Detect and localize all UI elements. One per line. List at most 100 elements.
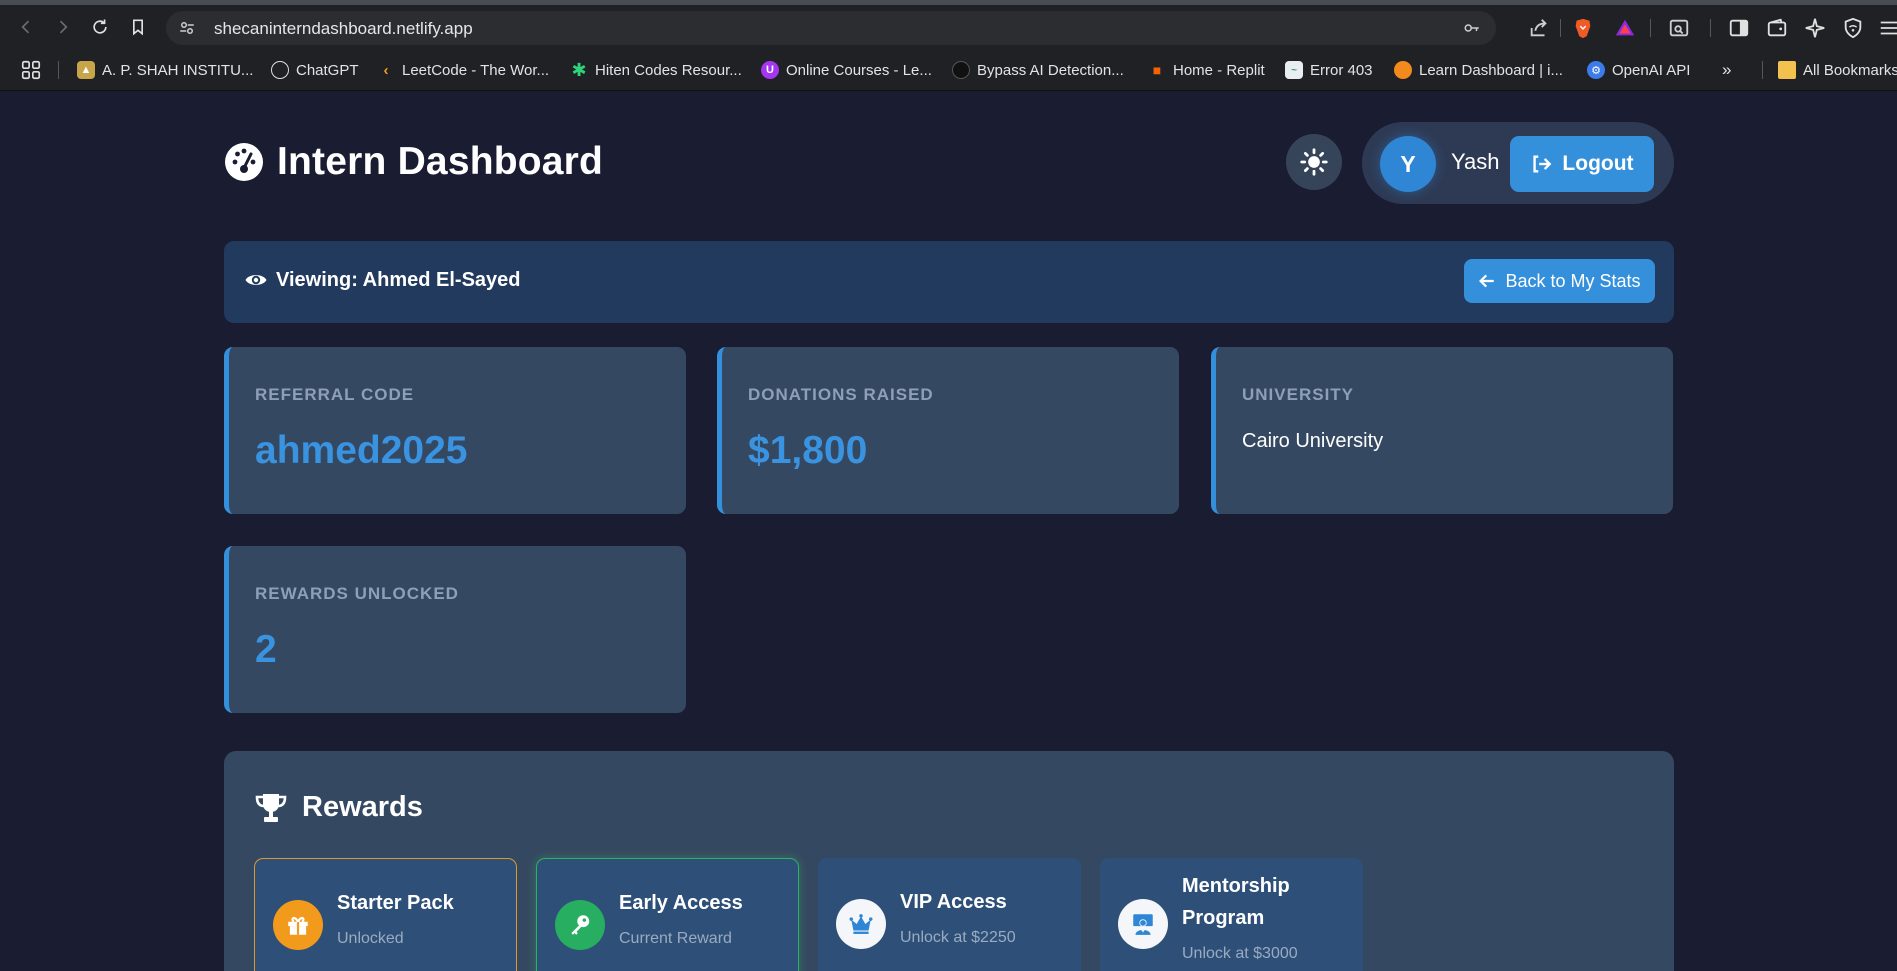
reward-card-early-access[interactable]: Early Access Current Reward (536, 858, 799, 971)
bookmark-item[interactable]: ■ Home - Replit (1148, 60, 1265, 80)
browser-toolbar: shecaninterndashboard.netlify.app (0, 5, 1897, 49)
toolbar-divider (1650, 19, 1651, 37)
rewards-section: Rewards Starter Pack Unlocked Early Acce… (224, 751, 1674, 971)
bookmark-label: Online Courses - Le... (786, 61, 932, 79)
institute-logo-icon: ▲ (77, 61, 95, 79)
leo-ai-button[interactable] (1804, 17, 1826, 39)
share-button[interactable] (1528, 17, 1550, 39)
folder-icon (1778, 61, 1796, 79)
viewing-label: Viewing: Ahmed El-Sayed (244, 268, 521, 292)
reward-card-starter-pack[interactable]: Starter Pack Unlocked (254, 858, 517, 971)
bookmark-label: Bypass AI Detection... (977, 61, 1124, 79)
stat-card-rewards-unlocked: REWARDS UNLOCKED 2 (224, 546, 686, 713)
search-window-icon (1669, 19, 1689, 37)
mentor-icon (1118, 899, 1168, 949)
bookmarks-bar: ▲ A. P. SHAH INSTITU... ChatGPT ‹ LeetCode… (0, 49, 1897, 91)
reward-name: VIP Access (900, 891, 1007, 913)
share-icon (1530, 19, 1547, 37)
bookmark-label: A. P. SHAH INSTITU... (102, 61, 254, 79)
user-menu: Y Yash Logout (1362, 122, 1674, 204)
reward-card-vip-access[interactable]: VIP Access Unlock at $2250 (818, 858, 1081, 971)
reward-card-mentorship-program[interactable]: Mentorship Program Unlock at $3000 (1100, 858, 1363, 971)
reward-name-line: Mentorship (1182, 875, 1290, 897)
bookmark-item[interactable]: ▲ A. P. SHAH INSTITU... (77, 60, 253, 80)
bookmarks-divider (58, 61, 59, 79)
address-bar[interactable]: shecaninterndashboard.netlify.app (166, 11, 1496, 45)
brave-rewards-button[interactable] (1614, 17, 1636, 39)
password-key-icon[interactable] (1462, 19, 1482, 37)
reward-name-line: Program (1182, 907, 1265, 929)
bookmark-item[interactable]: Learn Dashboard | i... (1394, 60, 1563, 80)
forward-nav-button[interactable] (49, 13, 77, 41)
bookmark-page-button[interactable] (124, 13, 152, 41)
reload-button[interactable] (86, 13, 114, 41)
bookmark-label: Home - Replit (1173, 61, 1265, 79)
vpn-button[interactable] (1842, 17, 1864, 39)
shield-wifi-icon (1844, 17, 1862, 39)
university-value: Cairo University (1242, 430, 1384, 452)
rewards-unlocked-value: 2 (255, 628, 277, 671)
wallet-button[interactable] (1766, 17, 1788, 39)
sign-out-icon (1533, 155, 1552, 173)
udemy-icon: U (761, 61, 779, 79)
apps-grid-icon (21, 60, 41, 80)
stat-card-university: UNIVERSITY Cairo University (1211, 347, 1673, 514)
back-label: Back to My Stats (1505, 270, 1641, 291)
logout-label: Logout (1562, 152, 1634, 175)
eye-icon (245, 275, 267, 285)
more-bookmarks-button[interactable]: » (1722, 60, 1731, 80)
user-name: Yash (1451, 149, 1500, 174)
trophy-icon (255, 793, 287, 822)
all-bookmarks-button[interactable]: All Bookmarks (1778, 60, 1897, 80)
bookmark-item[interactable]: ChatGPT (271, 60, 359, 80)
reward-name: Mentorship Program (1182, 870, 1290, 934)
referral-code-value: ahmed2025 (255, 429, 468, 472)
rewards-heading: Rewards (254, 791, 423, 824)
bookmark-item[interactable]: Bypass AI Detection... (952, 60, 1124, 80)
stat-label: REWARDS UNLOCKED (255, 584, 459, 603)
toolbar-divider (1710, 19, 1711, 37)
bookmark-item[interactable]: ‹ LeetCode - The Wor... (377, 60, 550, 80)
arrow-left-icon (21, 20, 30, 34)
page-title: Intern Dashboard (277, 140, 604, 183)
viewing-banner: Viewing: Ahmed El-Sayed Back to My Stats (224, 241, 1674, 323)
back-to-my-stats-button[interactable]: Back to My Stats (1464, 259, 1655, 303)
avatar[interactable]: Y (1380, 136, 1436, 192)
bookmark-label: Error 403 (1310, 61, 1373, 79)
reward-status: Unlock at $3000 (1182, 945, 1298, 962)
app-header-title: Intern Dashboard (224, 140, 603, 184)
sparkle-icon (1805, 18, 1825, 38)
apps-grid-button[interactable] (20, 60, 42, 80)
rewards-triangle-icon (1615, 19, 1635, 36)
brave-shields-button[interactable] (1572, 17, 1594, 39)
all-bookmarks-label: All Bookmarks (1803, 61, 1897, 79)
site-settings-icon[interactable] (178, 19, 196, 37)
sidebar-toggle-button[interactable] (1728, 17, 1750, 39)
arrow-left-icon (1479, 274, 1495, 288)
page-search-button[interactable] (1668, 17, 1690, 39)
stat-label: REFERRAL CODE (255, 385, 415, 404)
reward-status: Current Reward (619, 930, 732, 947)
sun-icon (1300, 148, 1328, 176)
bookmark-item[interactable]: ✱ Hiten Codes Resour... (570, 59, 742, 80)
bookmark-label: Hiten Codes Resour... (595, 61, 742, 79)
globe-icon (952, 61, 970, 79)
viewing-text: Viewing: Ahmed El-Sayed (276, 268, 521, 291)
back-nav-button[interactable] (12, 13, 40, 41)
brave-lion-icon (1575, 18, 1591, 39)
menu-button[interactable] (1878, 17, 1897, 39)
chatgpt-icon (271, 61, 289, 79)
bookmark-item[interactable]: ~ Error 403 (1285, 60, 1373, 80)
toolbar-divider (1560, 19, 1561, 37)
theme-toggle-button[interactable] (1286, 134, 1342, 190)
bookmark-icon (133, 19, 143, 36)
bookmark-label: ChatGPT (296, 61, 359, 79)
reward-name: Starter Pack (337, 892, 454, 914)
bookmark-item[interactable]: U Online Courses - Le... (761, 60, 932, 80)
asterisk-icon: ✱ (571, 59, 587, 80)
donations-value: $1,800 (748, 429, 868, 472)
logout-button[interactable]: Logout (1510, 136, 1654, 192)
bookmarks-divider (1762, 61, 1763, 79)
key-icon (555, 900, 605, 950)
bookmark-item[interactable]: ⚙ OpenAI API (1587, 60, 1690, 80)
